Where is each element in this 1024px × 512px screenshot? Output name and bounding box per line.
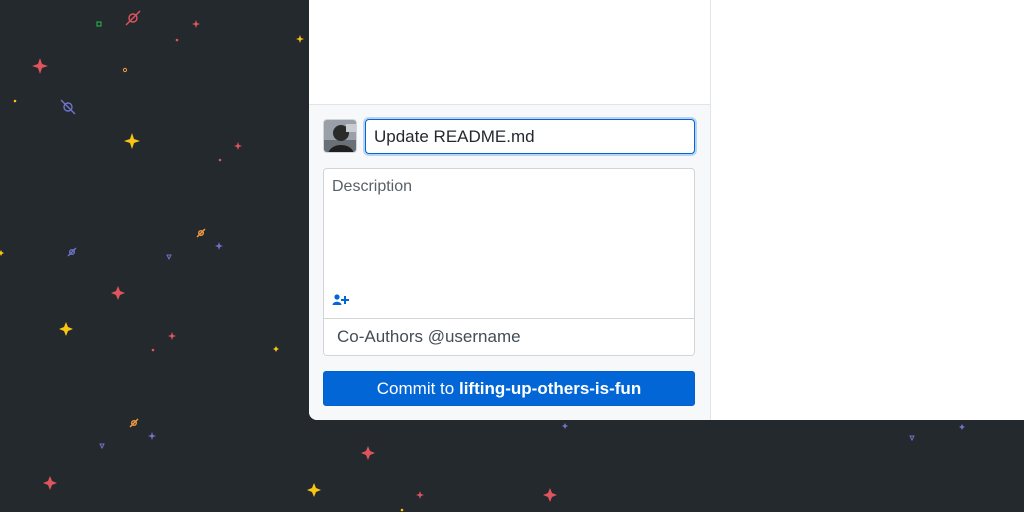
desktop-app-window: Commit to lifting-up-others-is-fun [309,0,1024,420]
person-add-icon[interactable] [332,293,350,307]
commit-summary-input[interactable] [365,119,695,154]
branch-name: lifting-up-others-is-fun [458,379,642,398]
changed-files-list[interactable] [309,0,710,105]
commit-button-prefix: Commit to [376,379,459,398]
changes-pane: Commit to lifting-up-others-is-fun [309,0,711,420]
commit-button[interactable]: Commit to lifting-up-others-is-fun [323,371,695,406]
desktop-background: Commit to lifting-up-others-is-fun [0,0,1024,512]
coauthors-input[interactable] [324,318,694,355]
diff-view-pane [711,0,1024,420]
sparkle-star-yellow-icon [0,35,321,497]
commit-description-input[interactable] [324,169,694,317]
planet-icon [60,10,206,428]
commit-message-panel: Commit to lifting-up-others-is-fun [309,105,710,420]
user-avatar [323,119,357,153]
commit-description-box [323,168,695,356]
